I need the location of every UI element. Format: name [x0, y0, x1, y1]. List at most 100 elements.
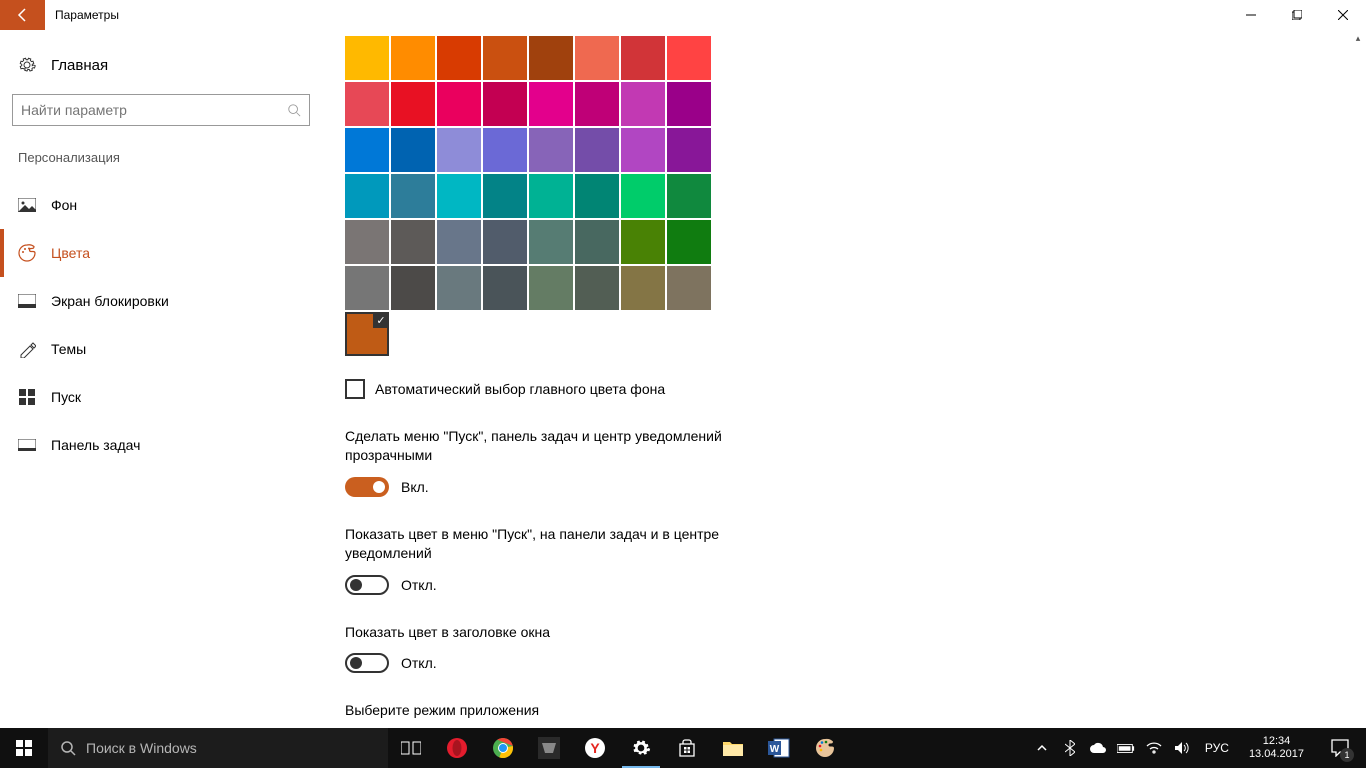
- minimize-button[interactable]: [1228, 0, 1274, 30]
- sidebar-item-start[interactable]: Пуск: [12, 373, 298, 421]
- color-swatch[interactable]: [529, 128, 573, 172]
- action-center-button[interactable]: 1: [1320, 728, 1360, 768]
- search-field[interactable]: [21, 102, 287, 118]
- search-input[interactable]: [12, 94, 310, 126]
- color-swatch[interactable]: [621, 266, 665, 310]
- auto-pick-checkbox[interactable]: Автоматический выбор главного цвета фона: [345, 379, 1366, 399]
- start-button[interactable]: [0, 728, 48, 768]
- color-swatch[interactable]: [667, 174, 711, 218]
- taskbar-app-store[interactable]: [664, 728, 710, 768]
- color-swatch[interactable]: [575, 128, 619, 172]
- color-swatch[interactable]: [529, 220, 573, 264]
- color-swatch[interactable]: [483, 82, 527, 126]
- color-swatch[interactable]: [483, 174, 527, 218]
- color-swatch[interactable]: [575, 174, 619, 218]
- color-swatch[interactable]: [391, 128, 435, 172]
- scrollbar[interactable]: ▴: [1350, 30, 1366, 728]
- color-swatch[interactable]: [391, 36, 435, 80]
- taskbar-app-settings[interactable]: [618, 728, 664, 768]
- color-swatch[interactable]: [391, 220, 435, 264]
- color-swatch[interactable]: [483, 36, 527, 80]
- show-color-toggle[interactable]: Откл.: [345, 575, 1366, 595]
- back-button[interactable]: [0, 0, 45, 30]
- scroll-up-icon[interactable]: ▴: [1350, 30, 1366, 46]
- onedrive-tray[interactable]: [1089, 739, 1107, 757]
- color-swatch[interactable]: [437, 266, 481, 310]
- wot-icon: [538, 737, 560, 759]
- color-swatch[interactable]: [621, 174, 665, 218]
- color-swatch[interactable]: [621, 36, 665, 80]
- color-swatch[interactable]: [437, 128, 481, 172]
- color-swatch[interactable]: [575, 36, 619, 80]
- battery-tray[interactable]: [1117, 739, 1135, 757]
- clock-time: 12:34: [1249, 735, 1304, 748]
- color-swatch[interactable]: [345, 266, 389, 310]
- color-swatch[interactable]: [529, 82, 573, 126]
- color-swatch[interactable]: [483, 220, 527, 264]
- taskbar-items: Y W: [388, 728, 848, 768]
- bluetooth-tray[interactable]: [1061, 739, 1079, 757]
- color-swatch[interactable]: [529, 266, 573, 310]
- taskbar-app-chrome[interactable]: [480, 728, 526, 768]
- clock[interactable]: 12:34 13.04.2017: [1243, 735, 1310, 760]
- color-swatch[interactable]: [529, 36, 573, 80]
- transparency-toggle[interactable]: Вкл.: [345, 477, 1366, 497]
- sidebar-item-label: Фон: [51, 197, 77, 213]
- sidebar-item-lockscreen[interactable]: Экран блокировки: [12, 277, 298, 325]
- chevron-up-icon: [1036, 742, 1048, 754]
- task-view-button[interactable]: [388, 728, 434, 768]
- taskbar-app-yandex[interactable]: Y: [572, 728, 618, 768]
- tray-overflow[interactable]: [1033, 739, 1051, 757]
- color-swatch[interactable]: [483, 128, 527, 172]
- color-swatch[interactable]: [345, 36, 389, 80]
- color-swatch[interactable]: [437, 174, 481, 218]
- color-swatch[interactable]: [621, 82, 665, 126]
- color-swatch[interactable]: [667, 266, 711, 310]
- custom-color-swatch[interactable]: ✓: [345, 312, 389, 356]
- color-swatch[interactable]: [667, 128, 711, 172]
- color-swatch[interactable]: [575, 266, 619, 310]
- color-swatch[interactable]: [667, 36, 711, 80]
- wifi-tray[interactable]: [1145, 739, 1163, 757]
- volume-tray[interactable]: [1173, 739, 1191, 757]
- color-swatch[interactable]: [529, 174, 573, 218]
- color-swatch[interactable]: [391, 174, 435, 218]
- color-swatch[interactable]: [575, 82, 619, 126]
- color-swatch[interactable]: [391, 266, 435, 310]
- gear-icon: [631, 738, 651, 758]
- maximize-button[interactable]: [1274, 0, 1320, 30]
- close-button[interactable]: [1320, 0, 1366, 30]
- color-swatch[interactable]: [667, 82, 711, 126]
- sidebar-item-background[interactable]: Фон: [12, 181, 298, 229]
- sidebar-item-colors[interactable]: Цвета: [12, 229, 298, 277]
- color-swatch[interactable]: [437, 82, 481, 126]
- color-swatch[interactable]: [483, 266, 527, 310]
- taskbar-search[interactable]: Поиск в Windows: [48, 728, 388, 768]
- color-swatch[interactable]: [621, 128, 665, 172]
- home-button[interactable]: Главная: [12, 50, 298, 94]
- color-swatch[interactable]: [437, 220, 481, 264]
- bluetooth-icon: [1065, 740, 1075, 756]
- clock-date: 13.04.2017: [1249, 748, 1304, 761]
- sidebar-item-themes[interactable]: Темы: [12, 325, 298, 373]
- color-swatch[interactable]: [575, 220, 619, 264]
- color-swatch[interactable]: [345, 128, 389, 172]
- task-view-icon: [401, 740, 421, 756]
- taskbar-app-paint[interactable]: [802, 728, 848, 768]
- color-swatch[interactable]: [437, 36, 481, 80]
- language-indicator[interactable]: РУС: [1201, 741, 1233, 755]
- color-swatch[interactable]: [621, 220, 665, 264]
- taskbar-app-wot[interactable]: [526, 728, 572, 768]
- color-swatch[interactable]: [667, 220, 711, 264]
- taskbar-app-word[interactable]: W: [756, 728, 802, 768]
- taskbar-app-opera[interactable]: [434, 728, 480, 768]
- color-swatch[interactable]: [345, 220, 389, 264]
- title-color-toggle[interactable]: Откл.: [345, 653, 1366, 673]
- taskbar-app-explorer[interactable]: [710, 728, 756, 768]
- themes-icon: [18, 340, 36, 358]
- color-swatch[interactable]: [345, 174, 389, 218]
- color-swatch[interactable]: [345, 82, 389, 126]
- sidebar-item-taskbar[interactable]: Панель задач: [12, 421, 298, 469]
- check-icon: ✓: [373, 312, 389, 328]
- color-swatch[interactable]: [391, 82, 435, 126]
